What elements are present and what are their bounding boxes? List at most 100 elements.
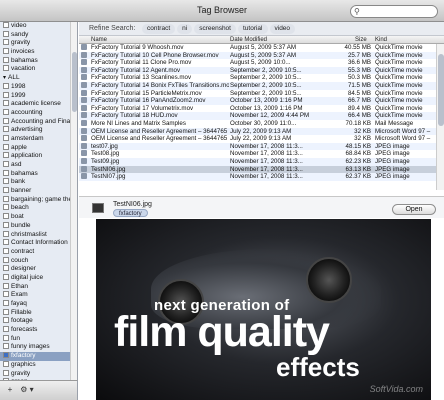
tag-checkbox[interactable] xyxy=(3,221,9,228)
filter-chip[interactable]: contract xyxy=(142,24,176,34)
sidebar-scroll-thumb[interactable] xyxy=(72,52,77,112)
sidebar-tag-item[interactable]: advertising xyxy=(0,126,77,135)
sidebar-tag-item[interactable]: couch xyxy=(0,256,77,266)
table-row[interactable]: More NI Lines and Matrix Samples October … xyxy=(79,119,436,128)
table-row[interactable]: OEM License and Reseller Agreement – 364… xyxy=(79,135,436,143)
sidebar-tag-item[interactable]: invoices xyxy=(0,48,77,57)
tag-checkbox[interactable] xyxy=(3,239,9,246)
tag-checkbox[interactable] xyxy=(3,195,9,202)
sidebar-tag-item[interactable]: Ethan xyxy=(0,282,77,292)
sidebar-tag-item[interactable]: forecasts xyxy=(0,326,77,335)
sidebar-tag-item[interactable]: Contact Information xyxy=(0,239,77,248)
sidebar-tag-item[interactable]: contract xyxy=(0,247,77,257)
sidebar-tag-item[interactable]: funny images xyxy=(0,343,77,352)
table-row[interactable]: Test08.jpg November 17, 2008 11:3... 68.84… xyxy=(79,150,436,158)
sidebar-tag-item[interactable]: gravity xyxy=(0,369,77,379)
table-row[interactable]: OEM License and Reseller Agreement – 364… xyxy=(79,127,436,136)
sidebar-tag-item[interactable]: bundle xyxy=(0,221,77,231)
tag-checkbox[interactable] xyxy=(3,334,9,341)
sidebar-tag-item[interactable]: beach xyxy=(0,204,77,213)
filter-chip[interactable]: screenshot xyxy=(194,24,236,34)
sidebar-tag-item[interactable]: footage xyxy=(0,317,77,326)
column-header-date[interactable]: Date Modified xyxy=(230,36,267,44)
tag-checkbox[interactable] xyxy=(3,91,9,98)
tag-checkbox[interactable] xyxy=(3,65,9,72)
tag-checkbox[interactable] xyxy=(3,30,9,37)
table-row[interactable]: FxFactory Tutorial 13 Scanlines.mov Septe… xyxy=(79,74,436,82)
sidebar-tag-item[interactable]: amsterdam xyxy=(0,134,77,144)
filter-chip[interactable]: video xyxy=(269,24,296,34)
sidebar-tag-item[interactable]: accounting xyxy=(0,108,77,118)
preview-tag-token[interactable]: fxfactory xyxy=(113,209,148,217)
column-header-kind[interactable]: Kind xyxy=(375,36,387,44)
tag-checkbox[interactable] xyxy=(3,143,9,150)
tag-checkbox[interactable] xyxy=(3,291,9,298)
tag-checkbox[interactable] xyxy=(3,204,9,211)
sidebar-tag-item[interactable]: digital juice xyxy=(0,273,77,283)
tag-checkbox[interactable] xyxy=(3,56,9,63)
search-input[interactable] xyxy=(364,7,434,17)
tag-checkbox[interactable] xyxy=(3,134,9,141)
tag-checkbox[interactable] xyxy=(3,48,9,55)
sidebar-tag-item[interactable]: ▾ ALL xyxy=(0,74,77,83)
open-button[interactable]: Open xyxy=(392,204,436,215)
sidebar-tag-item[interactable]: gravity xyxy=(0,39,77,48)
sidebar-tag-item[interactable]: bargaining; game the... xyxy=(0,195,77,205)
sidebar-tag-item[interactable]: 1998 xyxy=(0,82,77,92)
tag-checkbox[interactable] xyxy=(3,352,9,359)
tag-checkbox[interactable] xyxy=(3,300,9,306)
table-row[interactable]: test07.jpg November 17, 2008 11:3... 48.15… xyxy=(79,142,436,151)
sidebar-tag-item[interactable]: bank xyxy=(0,178,77,187)
sidebar-tag-item[interactable]: graphics xyxy=(0,360,77,370)
sidebar-tag-item[interactable]: Exam xyxy=(0,291,77,300)
sidebar-tag-item[interactable]: fxfactory xyxy=(0,352,77,361)
tag-checkbox[interactable] xyxy=(3,161,9,167)
tag-checkbox[interactable] xyxy=(3,369,9,376)
table-row[interactable]: FxFactory Tutorial 15 ParticleMetrix.mov… xyxy=(79,89,436,98)
table-row[interactable]: FxFactory Tutorial 17 Volumetrix.mov Octo… xyxy=(79,104,436,113)
table-row[interactable]: FxFactory Tutorial 12 Agent.mov September… xyxy=(79,66,436,75)
tag-checkbox[interactable] xyxy=(3,317,9,324)
table-row[interactable]: FxFactory Tutorial 14 Bonix FxTiles Tran… xyxy=(79,81,436,90)
table-row[interactable]: FxFactory Tutorial 9 Whoosh.mov August 5,… xyxy=(79,44,436,52)
column-header-name[interactable]: Name xyxy=(91,36,107,44)
table-row[interactable]: FxFactory Tutorial 18 HUD.mov November 12… xyxy=(79,112,436,120)
table-row[interactable]: TestNI06.jpg November 17, 2008 11:3... 63.… xyxy=(79,165,436,174)
sidebar-tag-item[interactable]: vacation xyxy=(0,65,77,74)
tag-checkbox[interactable] xyxy=(3,152,9,159)
table-row[interactable]: Test09.jpg November 17, 2008 11:3... 62.23… xyxy=(79,157,436,166)
filter-chip[interactable]: ni xyxy=(177,24,193,34)
sidebar-tag-item[interactable]: academic license xyxy=(0,100,77,109)
sidebar-tag-item[interactable]: application xyxy=(0,152,77,161)
sidebar-tag-item[interactable]: asd xyxy=(0,161,77,170)
sidebar-scrollbar[interactable] xyxy=(70,22,77,380)
sidebar-tag-item[interactable]: fayaq xyxy=(0,300,77,309)
sidebar-tag-item[interactable]: video xyxy=(0,22,77,31)
sidebar-tag-item[interactable]: christmaslist xyxy=(0,230,77,240)
sidebar-tag-item[interactable]: Fillable xyxy=(0,308,77,318)
gear-menu-button[interactable]: ⚙ ▾ xyxy=(17,385,37,396)
tag-checkbox[interactable] xyxy=(3,108,9,115)
tag-checkbox[interactable] xyxy=(3,82,9,89)
tag-checkbox[interactable] xyxy=(3,117,9,124)
column-header-size[interactable]: Size xyxy=(355,36,367,44)
table-scrollbar[interactable] xyxy=(436,44,444,190)
tag-checkbox[interactable] xyxy=(3,265,9,272)
tag-checkbox[interactable] xyxy=(3,247,9,254)
tag-checkbox[interactable] xyxy=(3,126,9,133)
tag-checkbox[interactable] xyxy=(3,230,9,237)
tag-checkbox[interactable] xyxy=(3,256,9,263)
tag-checkbox[interactable] xyxy=(3,39,9,46)
sidebar-tag-item[interactable]: designer xyxy=(0,265,77,274)
tag-checkbox[interactable] xyxy=(3,22,9,28)
table-row[interactable]: FxFactory Tutorial 10 Cell Phone Browser… xyxy=(79,51,436,60)
search-field[interactable]: ⚲ xyxy=(350,5,438,18)
tag-checkbox[interactable] xyxy=(3,213,9,220)
disclosure-triangle-icon[interactable]: ▾ xyxy=(3,74,6,83)
sidebar-tag-item[interactable]: fun xyxy=(0,334,77,344)
tag-checkbox[interactable] xyxy=(3,282,9,289)
filter-chip[interactable]: tutorial xyxy=(237,24,268,34)
sidebar-tag-item[interactable]: Accounting and Finance xyxy=(0,117,77,127)
tag-checkbox[interactable] xyxy=(3,308,9,315)
table-row[interactable]: FxFactory Tutorial 16 PanAndZoom2.mov Oct… xyxy=(79,97,436,105)
